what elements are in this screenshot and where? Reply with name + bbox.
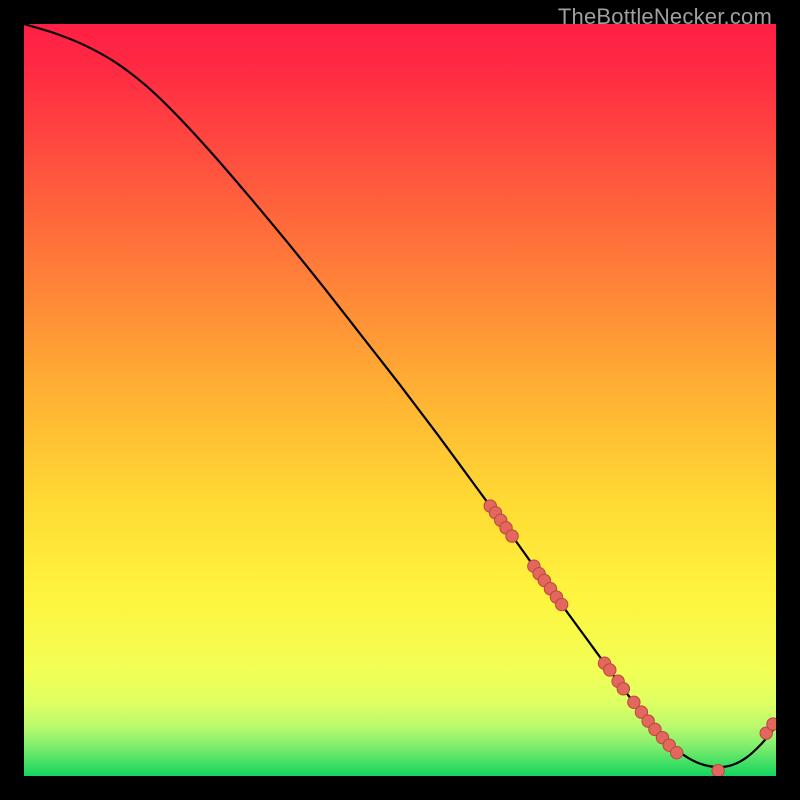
data-point	[604, 664, 616, 676]
data-point	[671, 746, 683, 758]
data-point	[767, 718, 776, 730]
data-point	[506, 530, 518, 542]
gradient-background	[24, 24, 776, 776]
chart-stage: TheBottleNecker.com	[0, 0, 800, 800]
data-point	[617, 683, 629, 695]
data-point	[712, 765, 724, 776]
bottleneck-chart	[24, 24, 776, 776]
data-point	[555, 598, 567, 610]
